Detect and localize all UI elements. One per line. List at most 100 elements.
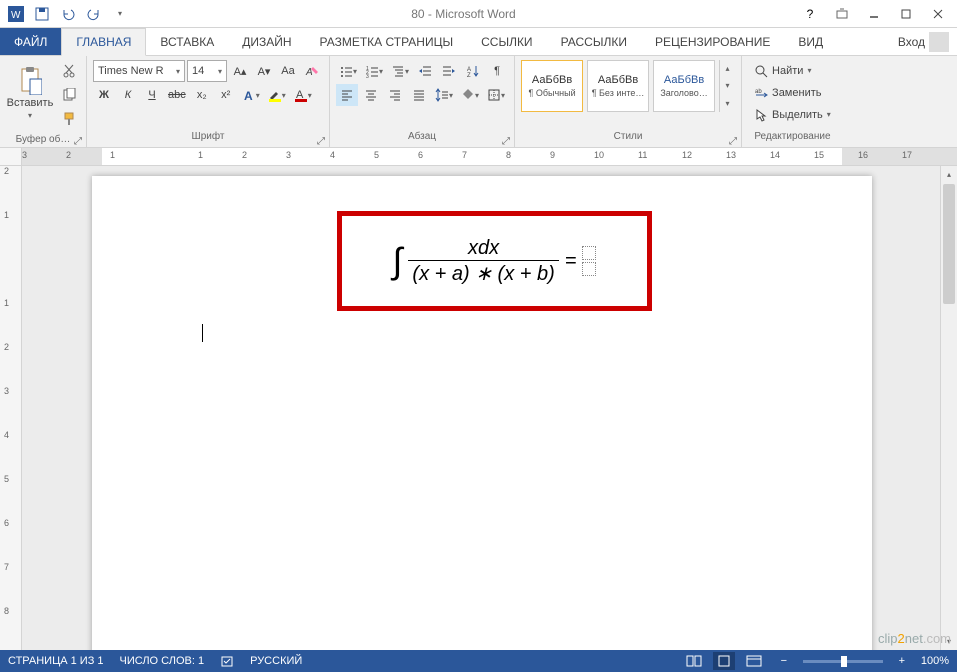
italic-button[interactable]: К [117,84,139,106]
tab-references[interactable]: ССЫЛКИ [467,28,546,55]
paste-button[interactable]: Вставить ▾ [6,60,54,126]
styles-gallery-scroll: ▴ ▾ ▾ [719,60,735,112]
workspace: 2112345678 ∫ xdx (x + a) ∗ (x + b) = [0,166,940,650]
zoom-out-icon[interactable]: − [773,652,795,670]
gallery-down-icon[interactable]: ▾ [720,77,735,94]
status-proofing-icon[interactable] [220,654,234,668]
ribbon-options-icon[interactable] [827,3,857,25]
status-page[interactable]: СТРАНИЦА 1 ИЗ 1 [8,655,104,667]
shading-icon[interactable]: ▾ [458,84,482,106]
help-icon[interactable]: ? [795,3,825,25]
title-bar: W ▾ 80 - Microsoft Word ? [0,0,957,28]
tab-file[interactable]: ФАЙЛ [0,28,61,55]
gallery-more-icon[interactable]: ▾ [720,95,735,112]
undo-icon[interactable] [56,3,80,25]
style-no-spacing[interactable]: АаБбВв¶ Без инте… [587,60,649,112]
numbering-icon[interactable]: 123▾ [362,60,386,82]
zoom-in-icon[interactable]: + [891,652,913,670]
grow-font-icon[interactable]: A▴ [229,60,251,82]
clipboard-group-label: Буфер об… [16,134,71,145]
minimize-icon[interactable] [859,3,889,25]
bold-button[interactable]: Ж [93,84,115,106]
cut-icon[interactable] [58,60,80,82]
select-button[interactable]: Выделить▾ [750,104,835,125]
style-normal[interactable]: АаБбВв¶ Обычный [521,60,583,112]
sort-icon[interactable]: AZ [462,60,484,82]
user-avatar-icon[interactable] [929,32,949,52]
font-launcher-icon[interactable]: ⤢ [315,135,327,147]
justify-icon[interactable] [408,84,430,106]
vertical-ruler[interactable]: 2112345678 [0,166,22,650]
gallery-up-icon[interactable]: ▴ [720,60,735,77]
view-print-icon[interactable] [713,652,735,670]
subscript-button[interactable]: x₂ [191,84,213,106]
word-app-icon[interactable]: W [4,3,28,25]
horizontal-ruler[interactable]: 3211234567891011121314151617 [0,148,957,166]
borders-icon[interactable]: ▾ [484,84,508,106]
decrease-indent-icon[interactable] [414,60,436,82]
superscript-button[interactable]: x² [215,84,237,106]
status-language[interactable]: РУССКИЙ [250,655,302,667]
font-color-icon[interactable]: A▾ [291,84,315,106]
tab-review[interactable]: РЕЦЕНЗИРОВАНИЕ [641,28,784,55]
tab-view[interactable]: ВИД [784,28,837,55]
qat-customize-icon[interactable]: ▾ [108,3,132,25]
status-bar: СТРАНИЦА 1 ИЗ 1 ЧИСЛО СЛОВ: 1 РУССКИЙ − … [0,650,957,672]
signin-link[interactable]: Вход [898,35,925,49]
font-size-combo[interactable]: 14▾ [187,60,227,82]
text-effects-icon[interactable]: A▾ [239,84,263,106]
clear-format-icon[interactable]: A [301,60,323,82]
equals-sign: = [565,250,577,273]
tab-insert[interactable]: ВСТАВКА [146,28,228,55]
styles-launcher-icon[interactable]: ⤢ [727,135,739,147]
align-right-icon[interactable] [384,84,406,106]
vertical-scrollbar[interactable]: ▴ ▾ [940,166,957,650]
underline-button[interactable]: Ч [141,84,163,106]
placeholder-denominator[interactable] [582,262,596,276]
paragraph-launcher-icon[interactable]: ⤢ [500,135,512,147]
close-icon[interactable] [923,3,953,25]
scroll-thumb[interactable] [943,184,955,304]
document-area[interactable]: ∫ xdx (x + a) ∗ (x + b) = [22,166,940,650]
view-web-icon[interactable] [743,652,765,670]
maximize-icon[interactable] [891,3,921,25]
format-painter-icon[interactable] [58,108,80,130]
redo-icon[interactable] [82,3,106,25]
change-case-icon[interactable]: Aa [277,60,299,82]
align-center-icon[interactable] [360,84,382,106]
find-button[interactable]: Найти▾ [750,60,835,81]
scroll-up-icon[interactable]: ▴ [941,166,957,183]
multilevel-icon[interactable]: ▾ [388,60,412,82]
placeholder-numerator[interactable] [582,246,596,260]
shrink-font-icon[interactable]: A▾ [253,60,275,82]
tab-mailings[interactable]: РАССЫЛКИ [547,28,641,55]
highlight-icon[interactable]: ▾ [265,84,289,106]
style-heading1[interactable]: АаБбВвЗаголово… [653,60,715,112]
fraction-numerator[interactable]: xdx [464,237,503,260]
equation[interactable]: ∫ xdx (x + a) ∗ (x + b) = [393,237,597,286]
font-name-combo[interactable]: Times New R▾ [93,60,185,82]
ribbon: Вставить ▾ Буфер об…⤢ Times New R▾ 14▾ A… [0,56,957,148]
status-words[interactable]: ЧИСЛО СЛОВ: 1 [120,655,205,667]
zoom-slider[interactable] [803,660,883,663]
view-read-icon[interactable] [683,652,705,670]
zoom-level[interactable]: 100% [921,655,949,667]
strike-button[interactable]: abc [165,84,189,106]
fraction-denominator[interactable]: (x + a) ∗ (x + b) [408,260,558,286]
copy-icon[interactable] [58,84,80,106]
svg-text:A: A [244,89,253,102]
page[interactable]: ∫ xdx (x + a) ∗ (x + b) = [92,176,872,650]
increase-indent-icon[interactable] [438,60,460,82]
replace-button[interactable]: abЗаменить [750,82,835,103]
show-marks-icon[interactable]: ¶ [486,60,508,82]
align-left-icon[interactable] [336,84,358,106]
placeholder-fraction[interactable] [582,246,596,276]
tab-design[interactable]: ДИЗАЙН [228,28,305,55]
clipboard-launcher-icon[interactable]: ⤢ [72,135,84,147]
tab-home[interactable]: ГЛАВНАЯ [61,28,146,56]
svg-text:W: W [11,10,21,21]
bullets-icon[interactable]: ▾ [336,60,360,82]
save-icon[interactable] [30,3,54,25]
tab-layout[interactable]: РАЗМЕТКА СТРАНИЦЫ [306,28,468,55]
line-spacing-icon[interactable]: ▾ [432,84,456,106]
